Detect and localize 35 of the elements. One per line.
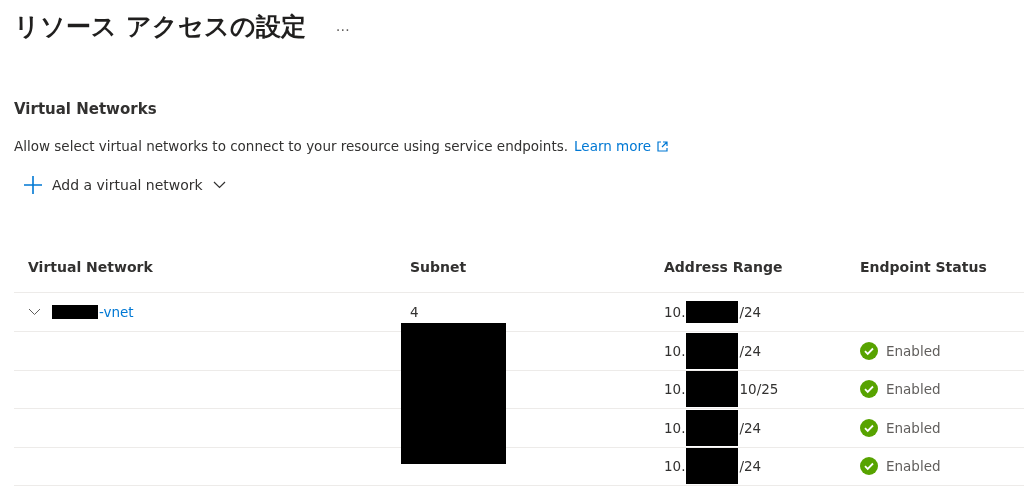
add-network-button[interactable]: Add a virtual network (22, 172, 228, 198)
subnet-count: 4 (410, 304, 420, 320)
endpoint-status: Enabled (886, 381, 941, 398)
address-range: 10. /24 (664, 448, 860, 485)
address-range: 10. /24 (664, 332, 860, 369)
endpoint-status: Enabled (886, 342, 941, 359)
endpoint-status: Enabled (886, 458, 941, 475)
address-range: 10. 10/25 (664, 371, 860, 408)
redaction-bar (686, 409, 739, 446)
check-circle-icon (860, 341, 878, 360)
column-header: Address Range (664, 259, 784, 275)
network-link[interactable]: -vnet (99, 304, 134, 320)
address-range: 10. /24 (664, 409, 860, 446)
address-range: 10. /24 (664, 301, 860, 323)
endpoint-status: Enabled (886, 419, 941, 436)
redaction-bar (686, 448, 739, 485)
column-header: Endpoint Status (860, 259, 988, 275)
description: Allow select virtual networks to connect to your resource using service endpoints. (14, 138, 569, 154)
check-circle-icon (860, 380, 878, 399)
column-header: Subnet (410, 259, 468, 275)
redaction-bar (52, 305, 98, 319)
section-heading: Virtual Networks (14, 100, 158, 118)
chevron-down-icon[interactable] (28, 308, 41, 316)
learn-more-link[interactable]: Learn more (574, 138, 669, 154)
column-header: Virtual Network (28, 259, 154, 275)
redaction-bar (686, 371, 739, 408)
redaction-bar (686, 301, 739, 323)
check-circle-icon (860, 457, 878, 476)
external-link-icon (657, 140, 669, 152)
page-title: リソース アクセスの設定 (14, 10, 306, 43)
more-button[interactable]: … (335, 18, 350, 34)
plus-icon (24, 176, 42, 194)
chevron-down-icon (212, 181, 226, 189)
check-circle-icon (860, 418, 878, 437)
redaction-bar (686, 332, 739, 369)
